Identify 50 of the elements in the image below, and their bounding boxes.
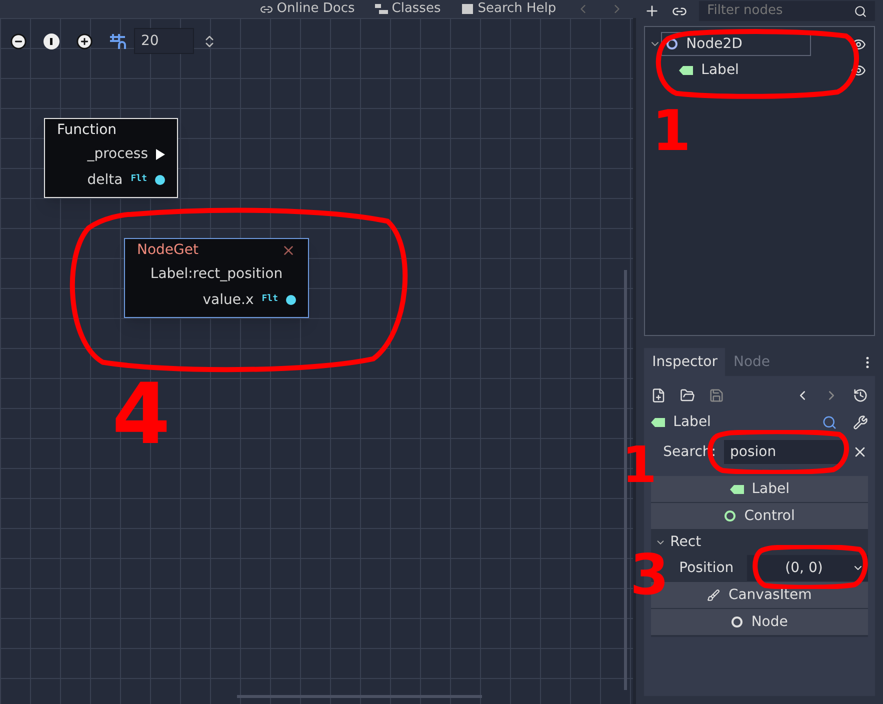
- dock-tab[interactable]: Inspector: [644, 348, 726, 376]
- vertical-scrollbar[interactable]: [624, 270, 628, 690]
- visibility-icon[interactable]: [851, 62, 866, 78]
- annotation-number: 1: [652, 104, 691, 160]
- save-icon[interactable]: [709, 388, 724, 402]
- list-icon: [374, 4, 388, 14]
- search-field[interactable]: posion: [724, 440, 844, 464]
- document-icon: [460, 4, 474, 14]
- snap-field[interactable]: 20: [134, 28, 194, 54]
- circle-icon: [666, 38, 678, 50]
- node-title: NodeGet: [137, 240, 198, 260]
- port-label: value.x: [202, 290, 254, 310]
- snap-icon[interactable]: [109, 32, 126, 50]
- new-resource-icon[interactable]: [651, 388, 666, 402]
- property-label: Position: [678, 558, 735, 578]
- search-icon[interactable]: [854, 4, 867, 18]
- folder-icon[interactable]: [680, 388, 696, 402]
- port-label: delta: [87, 170, 123, 190]
- tree-item[interactable]: Label: [675, 58, 743, 82]
- tag-icon: [651, 418, 666, 426]
- object-name: Label: [673, 412, 711, 432]
- data-port[interactable]: [155, 175, 165, 185]
- tree-item[interactable]: Node2D: [661, 32, 812, 56]
- circle-icon: [724, 510, 736, 522]
- port-label: _process: [87, 144, 148, 164]
- help-link[interactable]: Search Help: [460, 1, 556, 17]
- zoom-in-icon[interactable]: [76, 32, 93, 50]
- property-value[interactable]: (0, 0): [747, 555, 868, 581]
- history-icon[interactable]: [853, 388, 868, 402]
- sequence-port-icon[interactable]: [156, 148, 165, 160]
- graph-node[interactable]: Function _process delta Flt: [44, 118, 178, 198]
- class-header[interactable]: Node: [651, 609, 868, 635]
- circle-icon: [731, 616, 744, 628]
- annotation-number: 4: [112, 372, 170, 456]
- brush-icon: [707, 588, 720, 602]
- zoom-reset-icon[interactable]: [43, 32, 60, 50]
- data-port[interactable]: [286, 295, 296, 305]
- help-link[interactable]: Classes: [374, 1, 441, 17]
- graph-node[interactable]: NodeGet Label:rect_position value.x Flt: [124, 238, 309, 318]
- tools-icon[interactable]: [853, 414, 868, 430]
- help-link[interactable]: Online Docs: [260, 1, 355, 17]
- tag-icon: [679, 66, 694, 74]
- type-tag: Flt: [262, 293, 278, 307]
- horizontal-scrollbar[interactable]: [237, 695, 482, 698]
- port-label: Label:rect_position: [150, 264, 283, 284]
- node-title: Function: [57, 120, 117, 140]
- tag-icon: [730, 484, 744, 494]
- zoom-out-icon[interactable]: [10, 32, 27, 50]
- type-tag: Flt: [130, 173, 147, 187]
- class-header[interactable]: Control: [651, 503, 868, 529]
